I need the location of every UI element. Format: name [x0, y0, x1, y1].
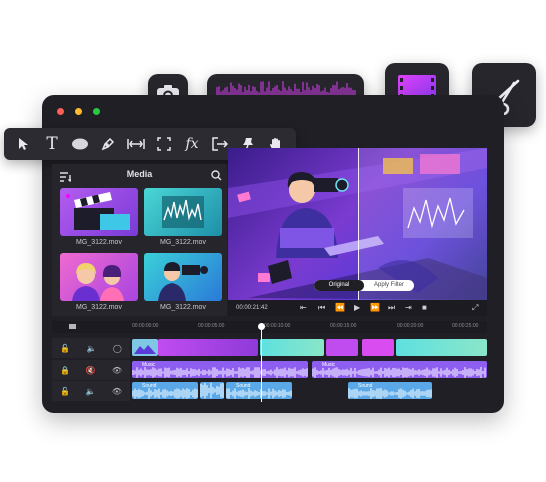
- media-header: Media: [52, 166, 227, 184]
- close-window-dot[interactable]: [57, 108, 64, 115]
- skip-end-icon[interactable]: ⏭: [388, 303, 395, 313]
- media-panel-title: Media: [126, 169, 153, 179]
- maximize-window-dot[interactable]: [93, 108, 100, 115]
- music-track: 🔒 🔇 👁 Music Music: [52, 360, 487, 380]
- volume-icon[interactable]: 🔈: [86, 387, 96, 396]
- video-preview[interactable]: Original Apply Filter: [228, 148, 487, 300]
- crop-icon[interactable]: [153, 133, 175, 155]
- media-thumbnail[interactable]: [144, 188, 222, 236]
- track-controls: 🔓 🔈 👁: [52, 381, 130, 401]
- skip-start-icon[interactable]: ⏮: [318, 303, 325, 313]
- sound-clip[interactable]: [200, 382, 224, 399]
- lock-icon[interactable]: 🔓: [60, 344, 70, 353]
- video-track: 🔓 🔈 ◯: [52, 338, 487, 358]
- rewind-icon[interactable]: ⏪: [335, 303, 345, 312]
- visibility-icon[interactable]: 👁: [112, 387, 122, 396]
- ruler-tick: 00:00:25:00: [452, 323, 479, 329]
- minimize-window-dot[interactable]: [75, 108, 82, 115]
- visibility-icon[interactable]: 👁: [112, 366, 122, 375]
- sound-track: 🔓 🔈 👁 Sound Sound Sound: [52, 381, 487, 401]
- track-header-icon: [69, 324, 76, 329]
- audio-wave-thumbnail-icon: [162, 196, 204, 228]
- play-icon[interactable]: ▶: [354, 303, 360, 312]
- timecode-readout: 00:00:21:42: [236, 305, 268, 311]
- search-icon[interactable]: [211, 168, 222, 186]
- video-clip[interactable]: [132, 339, 158, 356]
- ruler-tick: 00:00:00:00: [132, 323, 159, 329]
- step-forward-icon[interactable]: ⇥: [405, 303, 412, 312]
- ruler-tick: 00:00:20:00: [397, 323, 424, 329]
- sound-clip[interactable]: Sound: [226, 382, 292, 399]
- volume-icon[interactable]: 🔈: [87, 344, 97, 353]
- image-icon: [134, 345, 156, 354]
- music-clip[interactable]: Music: [132, 361, 308, 378]
- track-controls: 🔓 🔈 ◯: [52, 338, 130, 358]
- playhead[interactable]: [258, 323, 265, 402]
- cursor-icon[interactable]: [13, 133, 35, 155]
- fast-forward-icon[interactable]: ⏩: [370, 303, 380, 312]
- media-item-name: MG_3122.mov: [160, 239, 206, 246]
- video-clip[interactable]: [260, 339, 324, 356]
- media-thumbnail[interactable]: [144, 253, 222, 301]
- ellipse-icon[interactable]: [69, 133, 91, 155]
- people-thumbnail-icon: [72, 263, 124, 301]
- audio-waveform-icon: [132, 367, 308, 378]
- step-back-icon[interactable]: ⇤: [300, 303, 307, 312]
- stop-icon[interactable]: ■: [422, 303, 427, 312]
- music-clip[interactable]: Music: [312, 361, 487, 378]
- media-item-name: MG_3122.mov: [160, 304, 206, 311]
- media-thumbnail[interactable]: [60, 188, 138, 236]
- video-clip[interactable]: [158, 339, 258, 356]
- playback-controls: 00:00:21:42 ⇤ ⏮ ⏪ ▶ ⏩ ⏭ ⇥ ■ ⤢: [228, 300, 487, 316]
- media-item-name: MG_3122.mov: [76, 304, 122, 311]
- track-controls: 🔒 🔇 👁: [52, 360, 130, 380]
- compare-filter-label[interactable]: Apply Filter: [364, 280, 414, 291]
- audio-waveform-icon: [132, 388, 198, 399]
- ruler-tick: 00:00:05:00: [198, 323, 225, 329]
- compare-original-label[interactable]: Original: [314, 280, 364, 291]
- mute-icon[interactable]: 🔇: [86, 366, 96, 375]
- lock-icon[interactable]: 🔒: [60, 366, 70, 375]
- split-icon[interactable]: [125, 133, 147, 155]
- sound-clip[interactable]: Sound: [348, 382, 432, 399]
- audio-waveform-icon: [312, 367, 486, 378]
- fullscreen-icon[interactable]: ⤢: [472, 303, 478, 313]
- media-item-name: MG_3122.mov: [76, 239, 122, 246]
- fx-icon[interactable]: fx: [181, 133, 203, 155]
- video-clip[interactable]: [326, 339, 358, 356]
- audio-waveform-icon: [200, 382, 224, 399]
- text-icon[interactable]: T: [41, 133, 63, 155]
- visibility-icon[interactable]: ◯: [113, 344, 122, 353]
- camera-operator-thumbnail-icon: [158, 262, 208, 301]
- ruler-tick: 00:00:15:00: [330, 323, 357, 329]
- pen-icon[interactable]: [97, 133, 119, 155]
- lock-icon[interactable]: 🔓: [60, 387, 70, 396]
- audio-waveform-icon: [226, 388, 292, 399]
- video-clip[interactable]: [396, 339, 487, 356]
- sound-clip[interactable]: Sound: [132, 382, 198, 399]
- preview-illustration: [228, 148, 487, 300]
- audio-waveform-icon: [348, 388, 432, 399]
- compare-toggle[interactable]: Original Apply Filter: [314, 280, 414, 291]
- video-clip[interactable]: [362, 339, 394, 356]
- clapperboard-icon: [66, 192, 130, 230]
- ruler-tick: 00:00:10:00: [264, 323, 291, 329]
- timeline-ruler[interactable]: 00:00:00:00 00:00:05:00 00:00:10:00 00:0…: [52, 321, 487, 333]
- playhead-handle[interactable]: [258, 323, 265, 330]
- media-thumbnail[interactable]: [60, 253, 138, 301]
